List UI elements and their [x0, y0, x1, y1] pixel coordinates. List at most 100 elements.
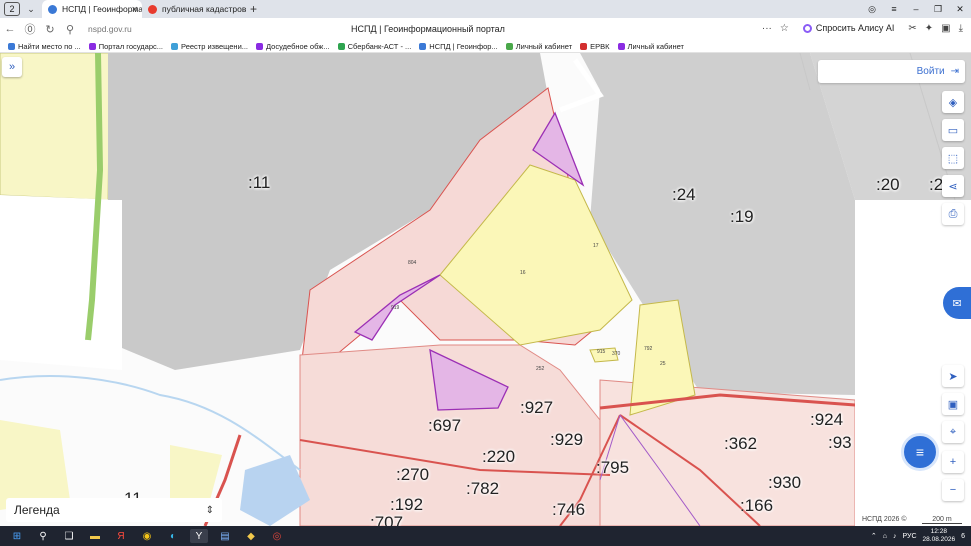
quarter-label[interactable]: :930	[768, 473, 801, 493]
tab-count-button[interactable]: 2	[4, 2, 20, 16]
quarter-label[interactable]: :707	[370, 513, 403, 526]
quarter-label[interactable]: :795	[596, 458, 629, 478]
bookmark-item[interactable]: Личный кабинет	[505, 42, 572, 51]
download-icon[interactable]: ⤓	[959, 23, 963, 34]
shield-icon	[171, 42, 179, 50]
locate-icon[interactable]: ➤	[942, 365, 964, 387]
collections-icon[interactable]: ▣	[941, 23, 950, 34]
edge-icon[interactable]: ◐	[164, 529, 182, 543]
bookmark-item[interactable]: Реестр извещени...	[171, 42, 248, 51]
quarter-label[interactable]: :270	[396, 465, 429, 485]
parcel-label[interactable]: 252	[536, 366, 544, 372]
assistant-button[interactable]: ≡	[901, 433, 939, 471]
map-canvas[interactable]: :11 :24 :19 :20 :2 :697 :927 :220 :929 :…	[0, 53, 971, 526]
quarter-label[interactable]: :24	[672, 185, 696, 205]
language-indicator[interactable]: РУС	[903, 533, 917, 540]
parcel-label[interactable]: 370	[612, 351, 620, 357]
account-icon[interactable]: ◎	[861, 4, 883, 15]
new-tab-button[interactable]: +	[250, 2, 257, 16]
menu-icon[interactable]: ≡	[883, 4, 905, 14]
expand-panel-button[interactable]: »	[2, 57, 22, 77]
windows-start-icon[interactable]: ⊞	[8, 529, 26, 543]
alice-icon	[802, 23, 812, 33]
more-icon[interactable]: ···	[762, 23, 772, 34]
quarter-label[interactable]: :929	[550, 430, 583, 450]
tab-nspd[interactable]: НСПД | Геоинформац ✕	[42, 0, 142, 18]
app-icon[interactable]: ◎	[268, 529, 286, 543]
quarter-label[interactable]: :362	[724, 434, 757, 454]
parcel-label[interactable]: 17	[593, 243, 599, 249]
bookmark-item[interactable]: Сбербанк-АСТ - ...	[337, 42, 411, 51]
chevron-down-icon[interactable]: ⌄	[24, 4, 38, 15]
file-explorer-icon[interactable]: ▬	[86, 529, 104, 543]
share-icon[interactable]: ⋖	[942, 175, 964, 197]
tab-title: НСПД | Геоинформац	[62, 4, 142, 14]
select-area-icon[interactable]: ⬚	[942, 147, 964, 169]
bookmark-icon[interactable]: ☆	[780, 23, 789, 34]
restore-icon[interactable]: ❐	[927, 4, 949, 15]
yandex-browser-icon[interactable]: Y	[190, 529, 208, 543]
system-tray: ⌃ ⌂ ♪ РУС 12:28 28.08.2026 6	[871, 526, 965, 546]
quarter-label[interactable]: :19	[730, 207, 754, 227]
yandex-app-icon[interactable]: Я	[112, 529, 130, 543]
close-window-icon[interactable]: ✕	[949, 4, 971, 15]
zoom-out-button[interactable]: −	[942, 479, 964, 501]
quarter-label[interactable]: :924	[810, 410, 843, 430]
task-view-icon[interactable]: ❑	[60, 529, 78, 543]
parcel-label[interactable]: 919	[391, 305, 399, 311]
bookmark-item[interactable]: НСПД | Геоинфор...	[419, 42, 498, 51]
basemap-icon[interactable]: ▣	[942, 393, 964, 415]
parcel-label[interactable]: 792	[644, 346, 652, 352]
clock[interactable]: 12:28 28.08.2026	[923, 528, 956, 544]
close-icon[interactable]: ✕	[131, 5, 138, 14]
quarter-label[interactable]: :192	[390, 495, 423, 515]
layers-icon[interactable]: ◈	[942, 91, 964, 113]
app-icon[interactable]: ◆	[242, 529, 260, 543]
tools-icon[interactable]: ✂	[908, 23, 916, 34]
quarter-label[interactable]: :927	[520, 398, 553, 418]
parcel-label[interactable]: 25	[660, 361, 666, 367]
chat-support-button[interactable]: ✉	[943, 287, 971, 319]
legend-panel[interactable]: Легенда ⇕	[6, 498, 222, 522]
alice-button[interactable]: Спросить Алису AI	[797, 21, 901, 35]
parcel-label[interactable]: 915	[597, 349, 605, 355]
minimize-icon[interactable]: –	[905, 4, 927, 14]
zoom-in-button[interactable]: +	[942, 451, 964, 473]
chevron-up-icon[interactable]: ⌃	[871, 532, 877, 540]
search-location-icon[interactable]: ⌖	[942, 421, 964, 443]
bookmark-item[interactable]: Портал государс...	[88, 42, 163, 51]
tab-cadastral[interactable]: публичная кадастровая	[142, 0, 246, 18]
quarter-label[interactable]: :782	[466, 479, 499, 499]
print-icon[interactable]: ⎙	[942, 203, 964, 225]
bookmark-item[interactable]: Найти место по ...	[8, 42, 81, 51]
address-bar-tools: ··· ☆ Спросить Алису AI ✂ ✦ ▣ ⤓	[762, 21, 963, 35]
emblem-icon	[88, 42, 96, 50]
chrome-icon[interactable]: ◉	[138, 529, 156, 543]
extensions-icon[interactable]: ✦	[925, 23, 933, 34]
bookmark-item[interactable]: ЕРВК	[580, 42, 610, 51]
quarter-label[interactable]: :20	[876, 175, 900, 195]
ruler-icon[interactable]: ▭	[942, 119, 964, 141]
login-icon: ⇥	[950, 66, 959, 77]
volume-icon[interactable]: ♪	[893, 533, 897, 540]
parcel-label[interactable]: 16	[520, 270, 526, 276]
bookmarks-bar: Найти место по ... Портал государс... Ре…	[0, 40, 971, 53]
search-icon[interactable]: ⚲	[34, 529, 52, 543]
network-icon[interactable]: ⌂	[883, 533, 887, 540]
bookmark-item[interactable]: Личный кабинет	[617, 42, 684, 51]
login-button[interactable]: Войти ⇥	[818, 60, 965, 83]
quarter-label[interactable]: :220	[482, 447, 515, 467]
copyright: НСПД 2026 ©	[862, 516, 907, 523]
parcel-label[interactable]: 804	[408, 260, 416, 266]
remote-desktop-icon[interactable]: ▤	[216, 529, 234, 543]
quarter-label[interactable]: :697	[428, 416, 461, 436]
quarter-label[interactable]: :746	[552, 500, 585, 520]
notifications-icon[interactable]: 6	[961, 533, 965, 540]
page-title: НСПД | Геоинформационный портал	[351, 24, 505, 34]
quarter-label[interactable]: :11	[248, 173, 270, 193]
yandex-icon	[148, 4, 157, 14]
screen: 2 ⌄ НСПД | Геоинформац ✕ публичная кадас…	[0, 0, 971, 546]
quarter-label[interactable]: :166	[740, 496, 773, 516]
bookmark-item[interactable]: Досудебное обж...	[256, 42, 330, 51]
quarter-label[interactable]: :93	[828, 433, 852, 453]
